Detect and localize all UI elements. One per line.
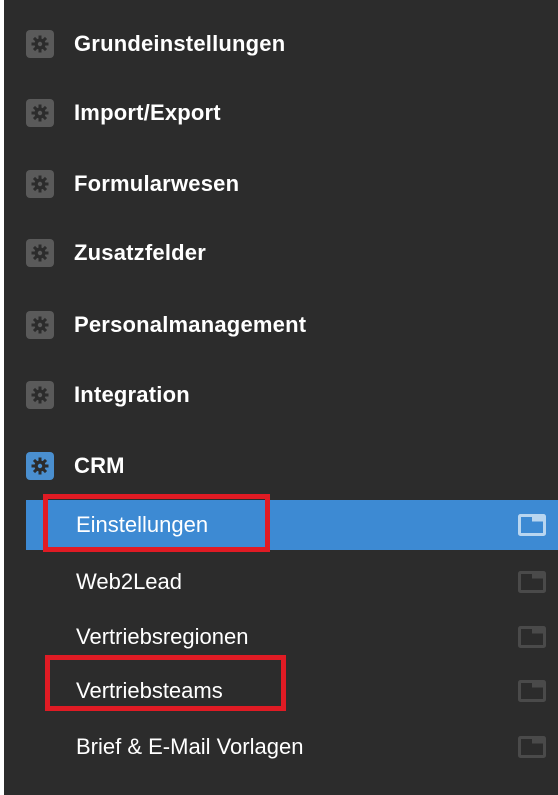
crm-item-web2lead[interactable]: Web2Lead <box>26 557 558 607</box>
open-window-icon[interactable] <box>518 626 546 648</box>
section-label: Personalmanagement <box>74 312 307 337</box>
gear-icon <box>26 170 54 198</box>
gear-icon <box>26 30 54 58</box>
section-label: Import/Export <box>74 100 221 125</box>
section-grundeinstellungen[interactable]: Grundeinstellungen <box>26 24 285 64</box>
section-label: Zusatzfelder <box>74 240 206 265</box>
section-import-export[interactable]: Import/Export <box>26 93 221 133</box>
section-label: Integration <box>74 382 190 407</box>
crm-item-vertriebsregionen[interactable]: Vertriebsregionen <box>26 612 558 662</box>
section-label: CRM <box>74 453 125 478</box>
crm-item-label: Web2Lead <box>76 569 183 594</box>
section-integration[interactable]: Integration <box>26 375 190 415</box>
crm-item-label: Einstellungen <box>76 512 209 537</box>
open-window-icon[interactable] <box>518 736 546 758</box>
section-label: Grundeinstellungen <box>74 31 286 56</box>
crm-item-brief-email-vorlagen[interactable]: Brief & E-Mail Vorlagen <box>26 722 558 772</box>
open-window-icon[interactable] <box>518 514 546 536</box>
gear-icon <box>26 452 54 480</box>
gear-icon <box>26 99 54 127</box>
section-crm[interactable]: CRM <box>26 446 125 486</box>
settings-sidebar: Grundeinstellungen Import/Export Formula… <box>0 0 558 795</box>
open-window-icon[interactable] <box>518 571 546 593</box>
crm-item-einstellungen[interactable]: Einstellungen <box>26 500 558 550</box>
section-formularwesen[interactable]: Formularwesen <box>26 164 239 204</box>
section-personalmanagement[interactable]: Personalmanagement <box>26 305 306 345</box>
section-zusatzfelder[interactable]: Zusatzfelder <box>26 233 206 273</box>
crm-item-label: Vertriebsteams <box>76 678 223 703</box>
crm-item-label: Brief & E-Mail Vorlagen <box>76 734 304 759</box>
open-window-icon[interactable] <box>518 680 546 702</box>
crm-item-vertriebsteams[interactable]: Vertriebsteams <box>26 666 558 716</box>
section-label: Formularwesen <box>74 171 240 196</box>
gear-icon <box>26 381 54 409</box>
gear-icon <box>26 311 54 339</box>
left-edge <box>0 0 4 795</box>
gear-icon <box>26 239 54 267</box>
crm-item-label: Vertriebsregionen <box>76 624 249 649</box>
